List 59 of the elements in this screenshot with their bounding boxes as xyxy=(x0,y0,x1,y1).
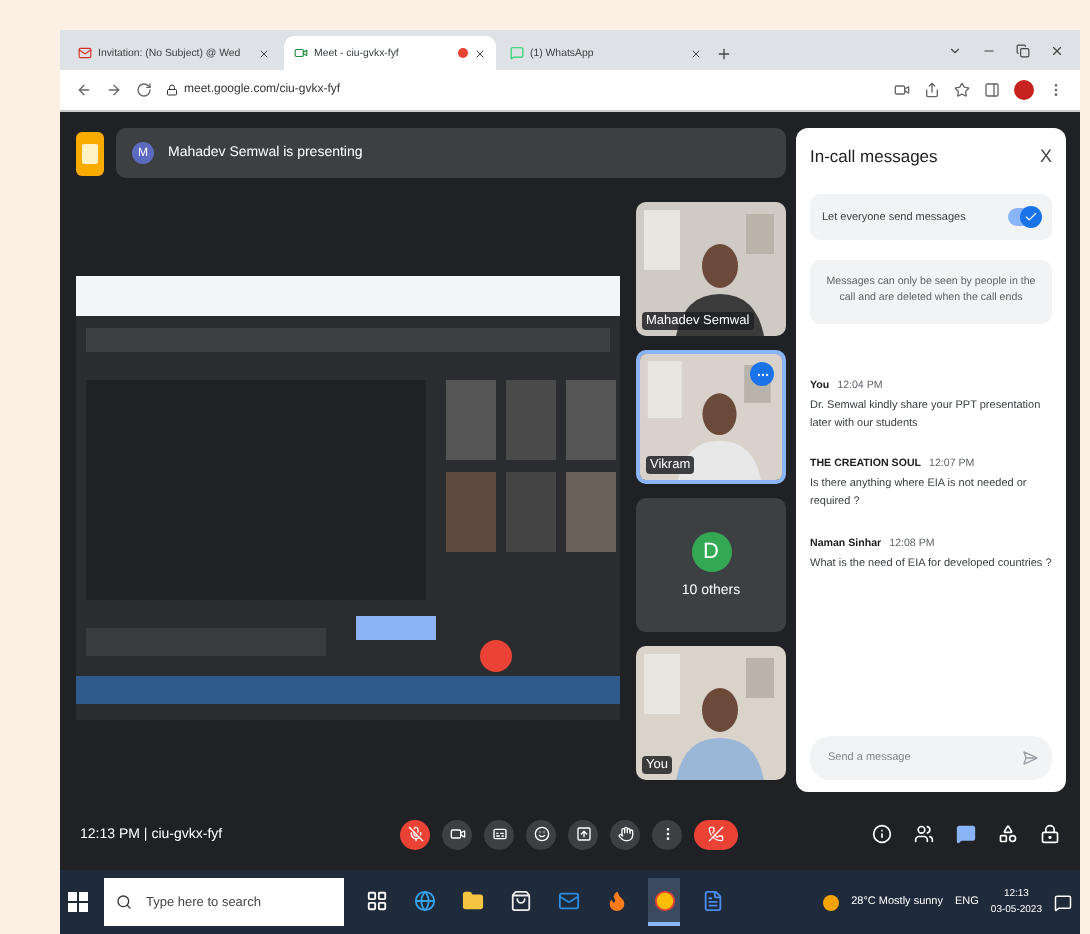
call-control[interactable] xyxy=(610,819,640,849)
tool-button[interactable] xyxy=(1040,824,1060,844)
call-control[interactable] xyxy=(694,819,738,849)
call-control[interactable] xyxy=(568,819,598,849)
chat-icon xyxy=(510,46,524,60)
mail-icon xyxy=(78,46,92,60)
chat-icon xyxy=(956,824,976,844)
restore-icon[interactable] xyxy=(1016,43,1030,57)
back-icon[interactable] xyxy=(76,82,92,98)
new-tab-icon[interactable] xyxy=(716,46,732,62)
close-button[interactable]: X xyxy=(1039,146,1052,166)
close-icon[interactable] xyxy=(1050,43,1064,57)
info-icon xyxy=(872,824,892,844)
flame-icon xyxy=(605,889,627,911)
panel-title: In-call messages xyxy=(810,146,938,166)
chevron-down-icon[interactable] xyxy=(948,43,962,57)
mail-icon xyxy=(557,889,579,911)
call-control[interactable] xyxy=(400,819,430,849)
call-control[interactable] xyxy=(484,819,514,849)
reload-icon[interactable] xyxy=(136,82,152,98)
call-control[interactable] xyxy=(526,819,556,849)
call-control[interactable] xyxy=(442,819,472,849)
globe-icon xyxy=(413,889,435,911)
lock-icon xyxy=(1040,824,1060,844)
close-icon[interactable] xyxy=(690,47,702,59)
document-icon xyxy=(701,889,723,911)
smile-icon xyxy=(533,826,549,842)
camera-icon[interactable] xyxy=(894,82,910,98)
notification-icon[interactable] xyxy=(1054,893,1072,911)
avatar: D xyxy=(691,532,731,572)
tool-button[interactable] xyxy=(998,824,1018,844)
hand-icon xyxy=(617,826,633,842)
close-icon[interactable] xyxy=(258,47,270,59)
camera-icon xyxy=(294,46,308,60)
shapes-icon xyxy=(998,824,1018,844)
people-icon xyxy=(914,824,934,844)
star-icon[interactable] xyxy=(954,82,970,98)
tool-button[interactable] xyxy=(956,824,976,844)
folder-icon xyxy=(461,889,483,911)
lock-icon xyxy=(166,84,178,96)
share-icon[interactable] xyxy=(924,82,940,98)
captions-icon xyxy=(491,826,507,842)
presentation-logo xyxy=(76,131,104,175)
side-panel-icon[interactable] xyxy=(984,82,1000,98)
camera-icon xyxy=(449,826,465,842)
sun-icon xyxy=(821,893,840,911)
forward-icon[interactable] xyxy=(106,82,122,98)
bag-icon xyxy=(509,889,531,911)
toggle-switch[interactable] xyxy=(1008,208,1040,226)
tool-button[interactable] xyxy=(914,824,934,844)
start-icon[interactable] xyxy=(68,892,88,912)
task-view-icon xyxy=(365,889,387,911)
check-icon xyxy=(1024,210,1038,224)
close-icon[interactable] xyxy=(474,47,486,59)
avatar-icon[interactable] xyxy=(1014,80,1034,100)
search-icon xyxy=(116,894,132,910)
mic-off-icon xyxy=(407,826,423,842)
hang-up-icon xyxy=(708,826,724,842)
present-icon xyxy=(575,826,591,842)
